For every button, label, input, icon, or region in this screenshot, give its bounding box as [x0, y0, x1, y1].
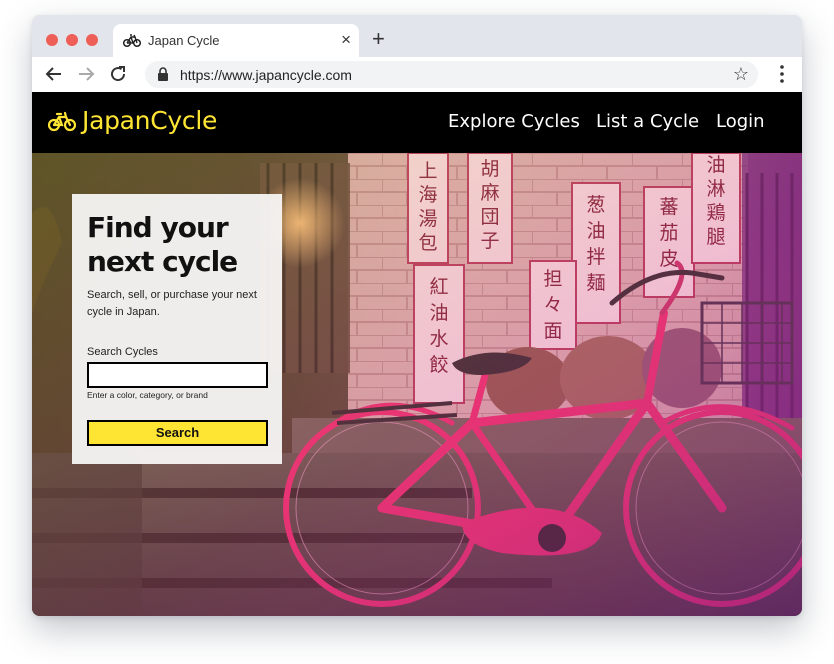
back-arrow-icon[interactable] — [42, 62, 66, 86]
url-text: https://www.japancycle.com — [180, 67, 352, 83]
tab-close-icon[interactable]: × — [341, 30, 351, 50]
brand-name: JapanCycle — [82, 106, 218, 135]
minimize-window-button[interactable] — [66, 34, 78, 46]
card-description: Search, sell, or purchase your next cycl… — [87, 289, 257, 318]
title-line-2: next cycle — [87, 245, 238, 278]
new-tab-button[interactable]: + — [372, 27, 385, 51]
nav-explore-cycles[interactable]: Explore Cycles — [448, 111, 580, 132]
hero-section: 上海湯包 胡麻団子 葱油拌麺 蕃茄皮 油淋鶏腿 紅油水餃 担々面 — [32, 153, 802, 616]
address-bar[interactable]: https://www.japancycle.com ☆ — [145, 61, 758, 88]
search-hint: Enter a color, category, or brand — [87, 390, 208, 400]
bookmark-star-icon[interactable]: ☆ — [733, 64, 749, 84]
tab-title: Japan Cycle — [148, 33, 220, 48]
close-window-button[interactable] — [46, 34, 58, 46]
bicycle-logo-icon — [48, 111, 76, 132]
maximize-window-button[interactable] — [86, 34, 98, 46]
nav-list-a-cycle[interactable]: List a Cycle — [596, 111, 699, 132]
nav-login[interactable]: Login — [716, 111, 765, 132]
bicycle-icon — [123, 34, 141, 48]
search-card: Find your next cycle Search, sell, or pu… — [72, 194, 282, 464]
search-button[interactable]: Search — [87, 420, 268, 446]
lock-icon — [158, 67, 168, 81]
search-input[interactable] — [87, 362, 268, 388]
search-label: Search Cycles — [87, 346, 158, 358]
browser-window: Japan Cycle × + https://www.japancycle.c… — [32, 15, 802, 616]
page-title: Find your next cycle — [87, 211, 277, 279]
browser-titlebar: Japan Cycle × + — [32, 15, 802, 57]
site-header: JapanCycle Explore Cycles List a Cycle L… — [32, 92, 802, 153]
browser-toolbar: https://www.japancycle.com ☆ — [32, 57, 802, 92]
reload-icon[interactable] — [106, 62, 130, 86]
more-menu-icon[interactable] — [772, 63, 792, 85]
browser-tab[interactable]: Japan Cycle × — [113, 24, 359, 57]
page-viewport: JapanCycle Explore Cycles List a Cycle L… — [32, 92, 802, 616]
title-line-1: Find your — [87, 211, 229, 244]
forward-arrow-icon[interactable] — [74, 62, 98, 86]
